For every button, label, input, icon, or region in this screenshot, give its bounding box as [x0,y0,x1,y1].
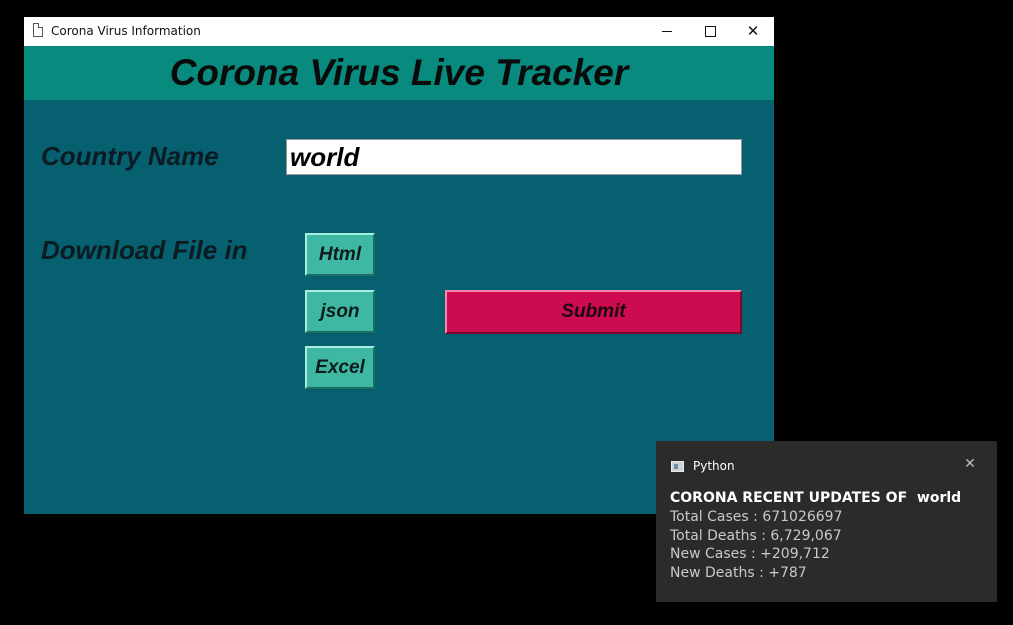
close-button[interactable]: ✕ [730,17,776,46]
python-app-icon [671,461,684,472]
desktop: Corona Virus Information ✕ Corona Virus … [0,0,1013,625]
country-name-input[interactable] [286,139,742,175]
excel-download-button[interactable]: Excel [305,346,375,389]
submit-button[interactable]: Submit [445,290,742,334]
document-icon [33,23,43,37]
toast-line-total-deaths: Total Deaths : 6,729,067 [670,528,842,544]
toast-app-name: Python [693,459,735,473]
maximize-button[interactable] [687,17,733,46]
toast-line-total-cases: Total Cases : 671026697 [670,509,843,525]
maximize-icon [704,26,716,37]
toast-close-icon[interactable]: ✕ [962,456,978,472]
toast-line-new-deaths: New Deaths : +787 [670,565,807,581]
window-title: Corona Virus Information [51,24,201,38]
page-title: Corona Virus Live Tracker [169,52,629,93]
toast-notification[interactable]: Python ✕ CORONA RECENT UPDATES OF world … [656,441,997,602]
app-window: Corona Virus Information ✕ Corona Virus … [24,17,774,514]
minimize-icon [662,31,672,32]
header-band: Corona Virus Live Tracker [24,46,774,100]
minimize-button[interactable] [644,17,690,46]
toast-line-new-cases: New Cases : +209,712 [670,546,830,562]
json-download-button[interactable]: json [305,290,375,333]
download-file-label: Download File in [41,235,248,265]
html-download-button[interactable]: Html [305,233,375,276]
title-bar[interactable]: Corona Virus Information ✕ [24,17,774,46]
close-icon: ✕ [746,22,760,40]
toast-title: CORONA RECENT UPDATES OF world [670,490,962,506]
country-name-label: Country Name [41,141,219,171]
